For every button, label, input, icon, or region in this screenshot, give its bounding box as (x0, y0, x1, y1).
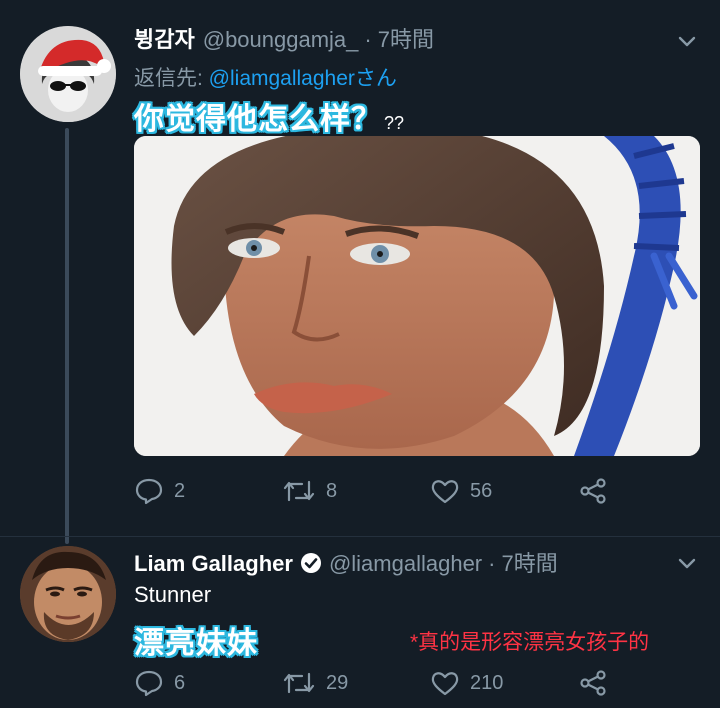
tweet2-translation: 漂亮妹妹 (134, 618, 258, 662)
reply-prefix-label: 返信先: (134, 67, 209, 90)
tweet1-header: 뷩감자 @bounggamja_ · 7時間 (134, 22, 434, 54)
verified-badge-icon (300, 553, 321, 573)
tweet-divider (0, 536, 720, 537)
tweet2-retweet-count: 29 (326, 671, 349, 694)
reply-icon (135, 478, 163, 505)
tweet1-timestamp[interactable]: 7時間 (378, 22, 434, 54)
tweet1-caption-highlight: 你觉得他怎么样？ (134, 103, 382, 136)
retweet-icon (283, 672, 315, 694)
tweet1-retweet-count: 8 (326, 479, 338, 502)
tweet2-text: Stunner (134, 582, 212, 607)
retweet-icon (283, 480, 315, 502)
tweet2-separator: · (488, 551, 496, 576)
avatar-santa-hat-image (20, 26, 116, 122)
tweet1-like-action[interactable]: 56 (430, 476, 578, 506)
chevron-down-icon[interactable] (676, 552, 698, 574)
tweet2-reply-count: 6 (174, 671, 186, 694)
avatar-bounggamja[interactable] (20, 26, 116, 122)
tweet1-media-photo[interactable] (134, 136, 700, 456)
avatar-liamgallagher[interactable] (20, 546, 116, 642)
reply-mention-link[interactable]: @liamgallagher (209, 67, 355, 90)
tweet1-separator: · (364, 27, 372, 52)
thread-connector-line (65, 128, 69, 544)
tweet1-retweet-action[interactable]: 8 (282, 476, 430, 506)
reply-honorific: さん (354, 67, 397, 90)
tweet1-action-bar: 2 8 56 (134, 476, 624, 506)
tweet2-timestamp[interactable]: 7時間 (501, 546, 557, 578)
reply-icon (135, 670, 163, 697)
like-icon (431, 480, 459, 504)
tweet-thread-screen: 뷩감자 @bounggamja_ · 7時間 返信先: @liamgallagh… (0, 0, 720, 708)
tweet1-reply-action[interactable]: 2 (134, 476, 282, 506)
tweet2-action-bar: 6 29 210 (134, 668, 624, 698)
tweet1-replying-to: 返信先: @liamgallagherさん (134, 62, 397, 92)
tweet2-header: Liam Gallagher @liamgallagher · 7時間 (134, 546, 558, 578)
tweet2-translation-highlight: 漂亮妹妹 (134, 627, 258, 660)
chevron-down-icon[interactable] (676, 30, 698, 52)
tweet2-display-name[interactable]: Liam Gallagher (134, 551, 293, 577)
tweet1-text: 你觉得他怎么样？?? (134, 94, 404, 138)
tweet1-caption-tail: ?? (384, 113, 405, 133)
like-icon (431, 672, 459, 696)
share-icon (580, 478, 606, 504)
tweet2-reply-action[interactable]: 6 (134, 668, 282, 698)
share-icon (580, 670, 606, 696)
tweet2-retweet-action[interactable]: 29 (282, 668, 430, 698)
tweet2-like-count: 210 (470, 671, 504, 694)
tweet2-handle[interactable]: @liamgallagher (329, 551, 482, 577)
tweet1-reply-count: 2 (174, 479, 186, 502)
avatar-portrait-image (20, 546, 116, 642)
tweet1-share-action[interactable] (578, 476, 608, 506)
tweet1-like-count: 56 (470, 479, 493, 502)
tweet2-share-action[interactable] (578, 668, 608, 698)
translator-annotation: *真的是形容漂亮女孩子的 (410, 631, 650, 654)
tweet1-display-name[interactable]: 뷩감자 (134, 22, 195, 54)
portrait-photo (134, 136, 700, 456)
tweet2-like-action[interactable]: 210 (430, 668, 578, 698)
tweet1-handle[interactable]: @bounggamja_ (203, 27, 359, 53)
